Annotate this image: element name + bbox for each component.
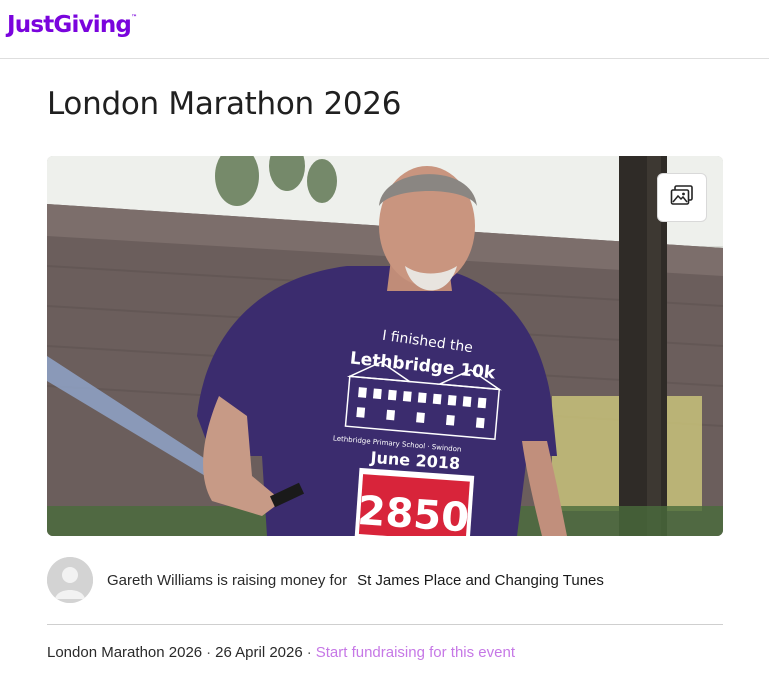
divider xyxy=(47,624,723,625)
start-fundraising-link[interactable]: Start fundraising for this event xyxy=(316,644,515,661)
separator: · xyxy=(306,644,312,661)
event-info-line: London Marathon 2026 · 26 April 2026 · Start… xyxy=(47,644,515,661)
image-gallery-icon xyxy=(670,185,694,210)
separator: · xyxy=(206,644,212,661)
charity-link[interactable]: St James Place and Changing Tunes xyxy=(357,572,604,589)
logo-trademark: ™ xyxy=(131,14,138,21)
image-gallery-button[interactable] xyxy=(657,173,707,222)
race-bib: 2850 xyxy=(354,467,475,536)
bib-number: 2850 xyxy=(356,488,470,536)
page-title: London Marathon 2026 xyxy=(47,86,402,122)
event-name: London Marathon 2026 xyxy=(47,644,203,661)
fundraiser-owner-row: Gareth Williams is raising money for St … xyxy=(47,557,604,603)
top-bar: JustGiving™ xyxy=(0,0,769,59)
logo-text: JustGiving xyxy=(7,12,132,38)
justgiving-logo[interactable]: JustGiving™ xyxy=(7,12,137,38)
owner-raising-text: Gareth Williams is raising money for xyxy=(107,571,348,589)
hero-image: I finished the Lethbridge 10k Lethbridge… xyxy=(47,156,723,536)
event-date: 26 April 2026 xyxy=(215,644,303,661)
user-avatar-icon[interactable] xyxy=(47,557,93,603)
runner-photo: I finished the Lethbridge 10k Lethbridge… xyxy=(47,156,723,536)
